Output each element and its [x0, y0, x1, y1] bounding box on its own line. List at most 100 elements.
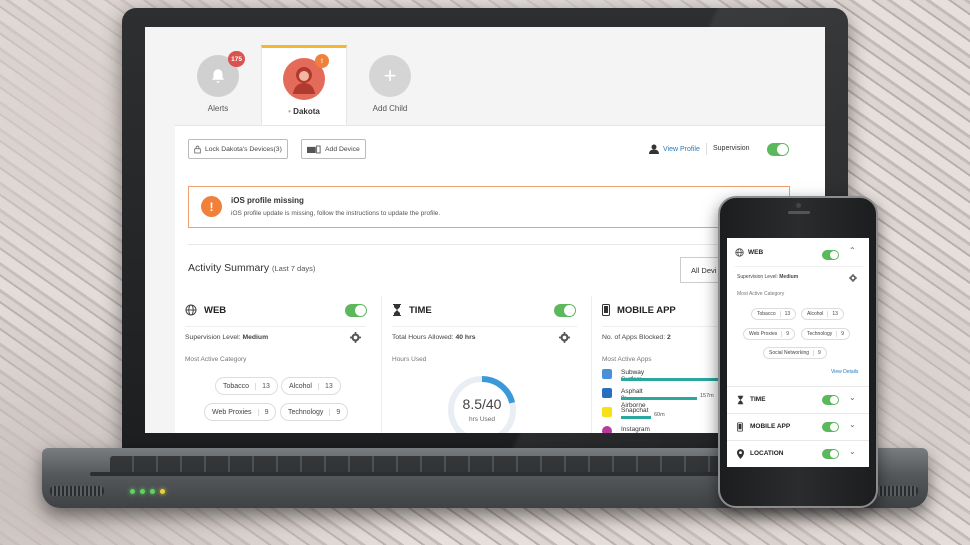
phone-web-header: WEB	[735, 248, 763, 257]
phone-section-mobile-app[interactable]: MOBILE APP ⌄	[727, 413, 869, 440]
category-chip: Alcohol 13	[281, 377, 341, 395]
supervision-label: Supervision	[713, 145, 750, 152]
app-usage-bar	[621, 397, 697, 400]
view-profile-link[interactable]: View Profile	[649, 144, 700, 154]
chip-label: Alcohol	[289, 382, 312, 390]
section-title: MOBILE APP	[750, 423, 791, 430]
section-title: TIME	[750, 396, 766, 403]
app-usage-bar	[621, 378, 721, 381]
tab-dakota[interactable]: ! • Dakota	[261, 45, 347, 125]
add-device-label: Add Device	[325, 145, 360, 153]
globe-icon	[185, 304, 197, 316]
most-active-apps-label: Most Active Apps	[602, 356, 652, 363]
apps-blocked: No. of Apps Blocked: 2	[602, 334, 671, 341]
time-card-header: TIME	[392, 304, 432, 316]
time-card-title: TIME	[409, 304, 432, 316]
status-dot: •	[288, 107, 291, 116]
apps-blocked-label: No. of Apps Blocked:	[602, 334, 666, 341]
alert-title: iOS profile missing	[231, 196, 304, 205]
view-details-link[interactable]: View Details	[831, 369, 858, 375]
category-chip: Tobacco 13	[751, 308, 797, 320]
chip-label: Web Proxies	[749, 331, 778, 337]
warning-icon: !	[201, 196, 222, 217]
mobile-icon	[737, 422, 743, 432]
section-title: LOCATION	[750, 450, 784, 457]
warning-badge: !	[315, 54, 329, 68]
plus-icon: +	[383, 63, 397, 88]
supervision-level-value: Medium	[242, 334, 269, 341]
subway-surfers-icon	[602, 369, 612, 379]
asphalt-8-icon	[602, 388, 612, 398]
most-active-category-label: Most Active Category	[185, 356, 247, 363]
divider	[185, 326, 366, 327]
lock-devices-button[interactable]: Lock Dakota's Devices(3)	[188, 139, 288, 159]
status-led	[150, 489, 155, 494]
apps-blocked-value: 2	[667, 334, 671, 341]
device-filter-value: All Devi	[691, 265, 717, 275]
gauge-caption: hrs Used	[468, 416, 495, 423]
chip-label: Technology	[807, 331, 833, 337]
phone-time-toggle[interactable]	[822, 395, 839, 405]
instagram-icon	[602, 426, 612, 433]
app-name: Instagram	[621, 426, 650, 433]
phone-location-toggle[interactable]	[822, 449, 839, 459]
phone-mobile-toggle[interactable]	[822, 422, 839, 432]
activity-range: (Last 7 days)	[272, 264, 316, 273]
lock-devices-label: Lock Dakota's Devices(3)	[205, 145, 282, 153]
tab-alerts[interactable]: 175 Alerts	[175, 45, 261, 125]
avatar: !	[283, 54, 329, 100]
mobile-card-title: MOBILE APP	[617, 304, 676, 316]
lock-icon	[194, 145, 201, 153]
location-pin-icon	[737, 449, 744, 459]
category-chip: Social Networking 9	[763, 347, 827, 359]
chip-count: 9	[257, 408, 268, 416]
chip-count: 13	[779, 311, 790, 317]
chip-label: Social Networking	[769, 350, 810, 356]
devices-icon	[307, 145, 321, 153]
chip-count: 9	[813, 350, 821, 356]
gear-icon[interactable]	[350, 332, 361, 343]
supervision-toggle[interactable]	[767, 143, 789, 156]
chevron-down-icon[interactable]: ⌄	[849, 420, 856, 429]
chevron-down-icon[interactable]: ⌄	[849, 393, 856, 402]
category-chip: Tobacco 13	[215, 377, 278, 395]
app-usage-time: 60m	[654, 412, 665, 418]
phone-section-location[interactable]: LOCATION ⌄	[727, 440, 869, 467]
category-chip: Web Proxies 9	[743, 328, 796, 340]
category-chip: Technology 9	[801, 328, 851, 340]
chip-count: 9	[781, 331, 789, 337]
gear-icon[interactable]	[559, 332, 570, 343]
tab-label: Add Child	[372, 104, 408, 113]
time-toggle[interactable]	[554, 304, 576, 317]
alerts-avatar: 175	[197, 51, 245, 97]
divider	[706, 143, 707, 155]
status-led	[160, 489, 165, 494]
category-chip: Technology 9	[280, 403, 349, 421]
status-led	[140, 489, 145, 494]
hourglass-icon	[737, 395, 744, 405]
phone-web-toggle[interactable]	[822, 250, 839, 260]
add-device-button[interactable]: Add Device	[301, 139, 366, 159]
chip-count: 9	[836, 331, 844, 337]
category-chip: Web Proxies 9	[204, 403, 277, 421]
laptop-hinge	[90, 472, 730, 476]
chip-label: Web Proxies	[212, 408, 252, 416]
hours-used-label: Hours Used	[392, 356, 427, 363]
chip-count: 13	[255, 382, 270, 390]
chevron-up-icon[interactable]: ⌃	[849, 246, 856, 255]
alerts-count-badge: 175	[228, 51, 245, 67]
view-profile-label: View Profile	[663, 145, 700, 153]
hours-allowed-label: Total Hours Allowed:	[392, 334, 454, 341]
phone-section-time[interactable]: TIME ⌄	[727, 386, 869, 413]
speaker-left	[50, 486, 104, 496]
most-active-category-label: Most Active Category	[737, 291, 785, 297]
chip-label: Tobacco	[757, 311, 776, 317]
activity-summary-heading: Activity Summary (Last 7 days)	[188, 262, 315, 274]
chevron-down-icon[interactable]: ⌄	[849, 447, 856, 456]
gear-icon[interactable]	[849, 274, 857, 282]
globe-icon	[735, 248, 744, 257]
web-toggle[interactable]	[345, 304, 367, 317]
activity-title: Activity Summary	[188, 262, 270, 274]
tab-add-child[interactable]: + Add Child	[347, 45, 433, 125]
supervision-level-label: Supervision Level:	[185, 334, 241, 341]
